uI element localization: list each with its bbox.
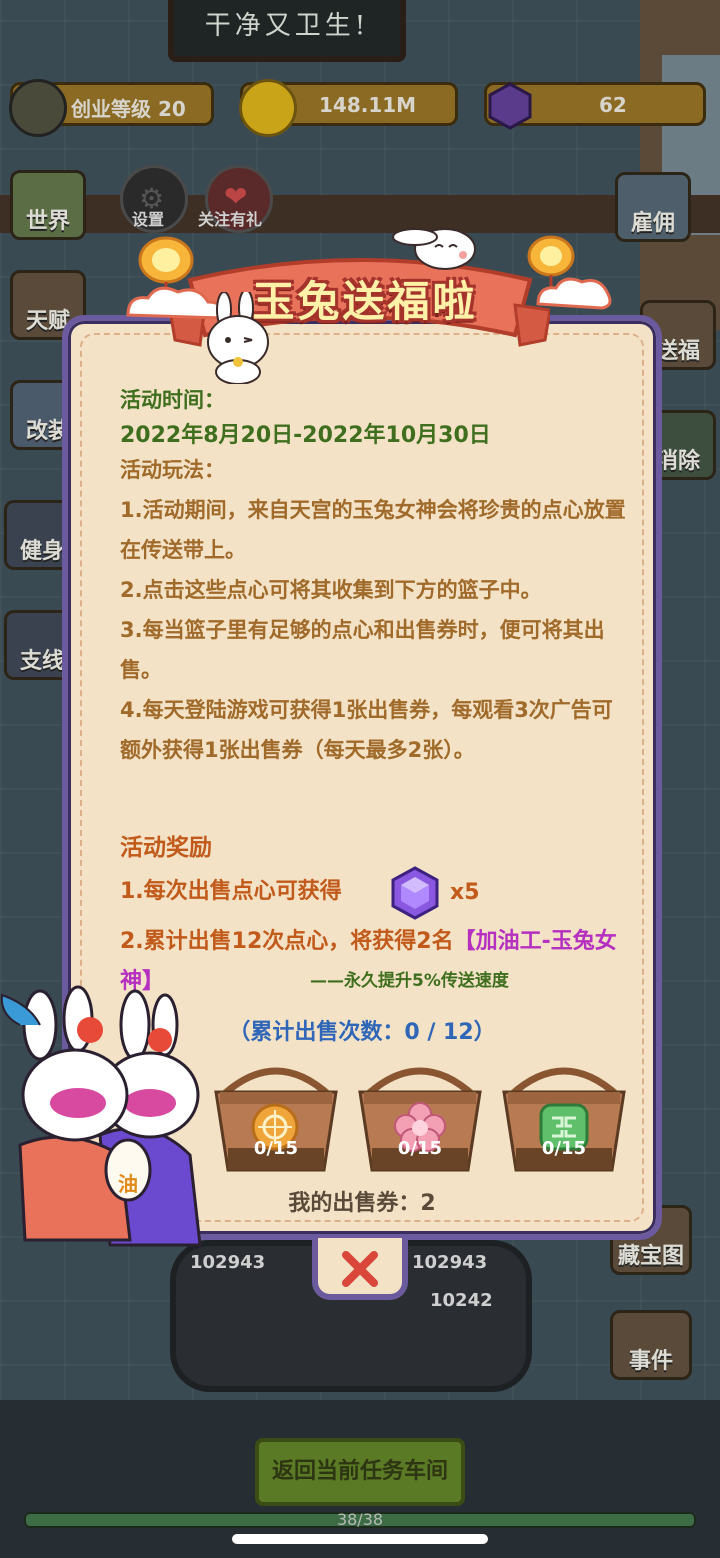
events-button[interactable]: 事件 <box>610 1310 692 1380</box>
basket-count: 0/15 <box>253 1138 299 1159</box>
settings-label: 设置 <box>132 210 165 229</box>
follow-gift-label: 关注有礼 <box>198 210 263 229</box>
jade-rabbit-goddess-icon <box>0 985 202 1247</box>
event-rule-2: 2.点击这些点心可将其收集到下方的篮子中。 <box>120 578 542 602</box>
reward-label: 活动奖励 <box>120 835 212 861</box>
basket-mooncake[interactable]: 0/15 <box>210 1056 342 1176</box>
event-rule-3: 3.每当篮子里有足够的点心和出售券时，便可将其出售。 <box>120 618 605 682</box>
level-label: 创业等级 20 <box>71 97 186 121</box>
hire-label: 雇佣 <box>630 211 675 236</box>
event-time-label: 活动时间： <box>120 388 225 412</box>
basket-count: 0/15 <box>541 1138 587 1159</box>
level-display[interactable]: 创业等级 20 <box>9 79 214 137</box>
event-rule-4: 4.每天登陆游戏可获得1张出售券，每观看3次广告可额外获得1张出售券（每天最多2… <box>120 698 613 762</box>
purple-gem-icon <box>391 866 439 920</box>
reward-2-prefix: 2.累计出售12次点心，将获得2名 <box>120 929 454 954</box>
chalkboard-sign: 干净又卫生! <box>168 0 406 62</box>
basket-jade-cake[interactable]: 0/15 <box>498 1056 630 1176</box>
progress-label: 38/38 <box>336 1510 384 1529</box>
close-icon[interactable] <box>338 1247 382 1291</box>
hire-button[interactable]: 雇佣 <box>615 172 691 242</box>
conveyor-number-3: 10242 <box>430 1290 493 1311</box>
gem-display[interactable]: 62 <box>484 82 706 130</box>
reward-1-amount: x5 <box>450 880 480 905</box>
event-rule-1: 1.活动期间，来自天宫的玉兔女神会将珍贵的点心放置在传送带上。 <box>120 498 626 562</box>
conveyor-number-2: 102943 <box>412 1252 488 1273</box>
right-cloud-icon <box>536 277 612 310</box>
counter-band <box>0 195 720 233</box>
coin-display[interactable]: 148.11M <box>239 79 458 137</box>
return-to-workshop-button[interactable]: 返回当前任务车间 <box>255 1438 465 1506</box>
reward-1-text: 1.每次出售点心可获得 <box>120 879 342 904</box>
basket-count: 0/15 <box>397 1138 443 1159</box>
home-indicator[interactable] <box>232 1534 488 1544</box>
events-label: 事件 <box>628 1349 673 1374</box>
gem-icon <box>488 82 532 130</box>
coin-amount: 148.11M <box>319 93 417 117</box>
treasure-map-label: 藏宝图 <box>617 1244 684 1269</box>
rabbit-mascot-icon <box>207 292 269 384</box>
basket-flower-cake[interactable]: 0/15 <box>354 1056 486 1176</box>
ninja-avatar-icon <box>9 79 67 137</box>
world-button[interactable]: 世界 <box>10 170 86 240</box>
reward-2-note: ——永久提升5%传送速度 <box>310 971 509 991</box>
event-rules-label: 活动玩法： <box>120 458 225 482</box>
gem-amount: 62 <box>599 93 627 117</box>
oil-bottle-label: 油 <box>118 1172 138 1196</box>
coin-icon <box>239 79 297 137</box>
world-label: 世界 <box>25 209 70 234</box>
sleeping-rabbit-icon <box>392 228 476 270</box>
